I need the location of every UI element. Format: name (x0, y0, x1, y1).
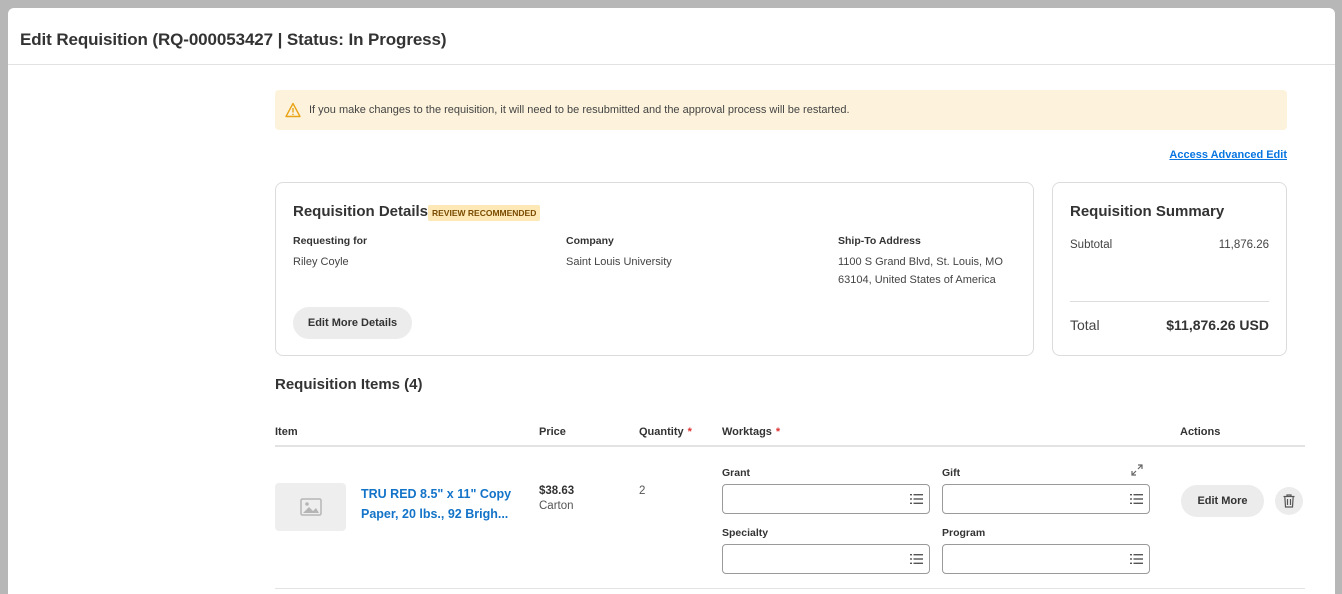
summary-divider (1070, 301, 1269, 302)
details-title: Requisition Details (293, 203, 429, 220)
items-table-header: Item Price Quantity * Worktags * Actions (275, 423, 1305, 447)
ship-to-line1: 1100 S Grand Blvd, St. Louis, MO (838, 256, 1003, 268)
requesting-for-label: Requesting for (293, 235, 368, 247)
item-quantity: 2 (639, 485, 646, 497)
total-value: $11,876.26 USD (1166, 317, 1269, 333)
edit-more-button[interactable]: Edit More (1181, 485, 1264, 517)
company-label: Company (566, 235, 614, 247)
subtotal-row: Subtotal 11,876.26 (1070, 239, 1269, 251)
requisition-details-card: Requisition Details REVIEW RECOMMENDED R… (275, 182, 1034, 356)
summary-title: Requisition Summary (1070, 203, 1225, 220)
warning-icon (285, 102, 301, 118)
column-worktags: Worktags * (722, 426, 780, 438)
trash-icon (1283, 494, 1295, 508)
total-row: Total $11,876.26 USD (1070, 317, 1269, 333)
worktags-header-label: Worktags (722, 426, 772, 438)
subtotal-value: 11,876.26 (1218, 239, 1269, 251)
subtotal-label: Subtotal (1070, 239, 1113, 251)
list-icon[interactable] (910, 493, 923, 505)
warning-text: If you make changes to the requisition, … (309, 104, 850, 116)
program-label: Program (942, 527, 986, 539)
access-advanced-edit-link[interactable]: Access Advanced Edit (1169, 149, 1287, 161)
ship-to-field: Ship-To Address 1100 S Grand Blvd, St. L… (838, 235, 1003, 289)
gift-input[interactable] (942, 484, 1150, 514)
ship-to-label: Ship-To Address (838, 235, 921, 247)
list-icon[interactable] (910, 553, 923, 565)
title-bar: Edit Requisition (RQ-000053427 | Status:… (8, 8, 1335, 65)
ship-to-line2: 63104, United States of America (838, 274, 996, 286)
item-name-line2: Paper, 20 lbs., 92 Brigh... (361, 507, 509, 521)
requesting-for-value: Riley Coyle (293, 256, 349, 268)
item-name-line1: TRU RED 8.5" x 11" Copy (361, 487, 512, 501)
image-icon (299, 498, 322, 516)
expand-icon[interactable] (1131, 464, 1143, 476)
required-marker: * (687, 426, 692, 438)
list-icon[interactable] (1130, 493, 1143, 505)
grant-input[interactable] (722, 484, 930, 514)
price-unit: Carton (539, 500, 574, 512)
total-label: Total (1070, 317, 1100, 333)
requisition-summary-card: Requisition Summary Subtotal 11,876.26 T… (1052, 182, 1287, 356)
delete-item-button[interactable] (1275, 487, 1303, 515)
requisition-items-title: Requisition Items (4) (275, 376, 423, 393)
quantity-header-label: Quantity (639, 426, 684, 438)
company-value: Saint Louis University (566, 256, 672, 268)
required-marker: * (775, 426, 781, 438)
warning-banner: If you make changes to the requisition, … (275, 90, 1287, 130)
price-value: $38.63 (539, 485, 575, 497)
program-input[interactable] (942, 544, 1150, 574)
requisition-window: Edit Requisition (RQ-000053427 | Status:… (8, 8, 1335, 594)
table-row: TRU RED 8.5" x 11" Copy Paper, 20 lbs., … (275, 448, 1305, 589)
edit-more-details-button[interactable]: Edit More Details (293, 307, 412, 339)
item-image-placeholder (275, 483, 346, 531)
column-actions: Actions (1180, 426, 1221, 438)
company-field: Company Saint Louis University (566, 235, 672, 271)
review-recommended-badge: REVIEW RECOMMENDED (428, 205, 541, 221)
gift-label: Gift (942, 467, 961, 479)
list-icon[interactable] (1130, 553, 1143, 565)
specialty-label: Specialty (722, 527, 769, 539)
page-title: Edit Requisition (RQ-000053427 | Status:… (20, 30, 447, 49)
item-price: $38.63 Carton (539, 485, 574, 512)
item-name-link[interactable]: TRU RED 8.5" x 11" Copy Paper, 20 lbs., … (361, 484, 521, 524)
specialty-input[interactable] (722, 544, 930, 574)
column-quantity: Quantity * (639, 426, 692, 438)
requesting-for-field: Requesting for Riley Coyle (293, 235, 367, 271)
column-price: Price (539, 426, 566, 438)
grant-label: Grant (722, 467, 751, 479)
column-item: Item (275, 426, 298, 438)
